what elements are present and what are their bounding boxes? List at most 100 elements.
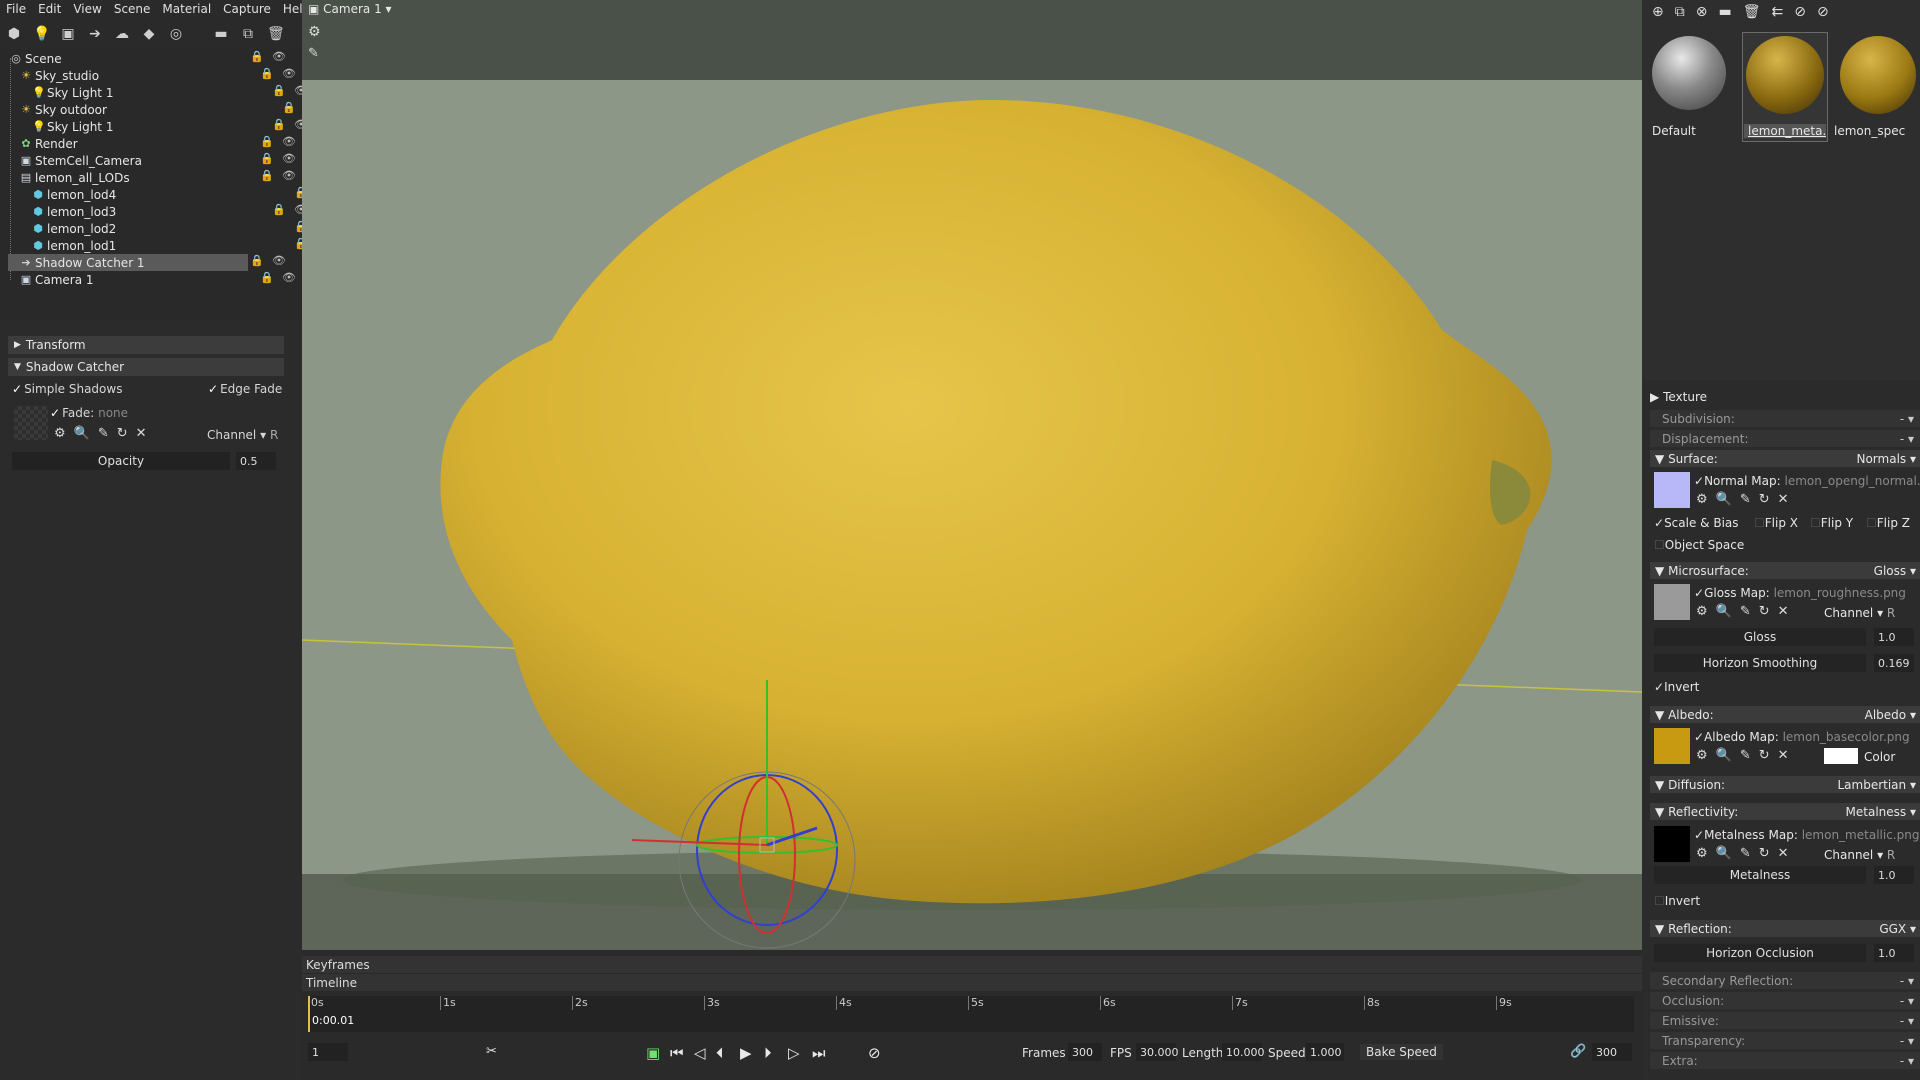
extra-row[interactable]: Extra: - ▾ (1650, 1052, 1920, 1069)
gear-icon[interactable]: ⚙ (54, 426, 66, 441)
flip-z-checkbox[interactable]: ☐Flip Z (1866, 516, 1910, 530)
flip-y-checkbox[interactable]: ☐Flip Y (1810, 516, 1853, 530)
lock-icon[interactable]: 🔒 (260, 271, 274, 284)
gloss-channel-select[interactable]: Channel ▾ R (1824, 606, 1895, 620)
eye-icon[interactable]: 👁 (282, 135, 296, 148)
prev-frame-icon[interactable]: ⏴ (716, 1044, 724, 1062)
gloss-map-swatch[interactable] (1654, 584, 1690, 620)
microsurface-header[interactable]: ▼ Microsurface: Gloss ▾ (1650, 562, 1920, 579)
folder-icon[interactable]: ▬ (1718, 4, 1731, 20)
duplicate-material-icon[interactable]: ⧉ (1675, 4, 1685, 20)
outline-item-sky-studio[interactable]: ☀ Sky_studio 🔒 👁 (20, 67, 310, 84)
loop-icon[interactable]: ▣ (646, 1044, 660, 1062)
refresh-icon[interactable]: ↻ (1759, 492, 1770, 507)
refresh-icon[interactable]: ↻ (1759, 604, 1770, 619)
horizon-occlusion-slider[interactable]: Horizon Occlusion (1654, 944, 1866, 962)
menu-material[interactable]: Material (156, 2, 217, 16)
viewport-settings-icon[interactable]: ⚙ (308, 24, 321, 40)
add-shadow-catcher-icon[interactable]: ➔ (87, 26, 103, 42)
eye-icon[interactable]: 👁 (282, 169, 296, 182)
refresh-icon[interactable]: ↻ (117, 426, 128, 441)
eye-icon[interactable]: 👁 (272, 50, 286, 63)
next-frame-icon[interactable]: ⏵ (764, 1044, 772, 1062)
outline-item-lemon-lod4[interactable]: ⬢lemon_lod4🔒 (32, 186, 322, 203)
menu-scene[interactable]: Scene (108, 2, 157, 16)
secondary-reflection-row[interactable]: Secondary Reflection: - ▾ (1650, 972, 1920, 989)
normal-map-swatch[interactable] (1654, 472, 1690, 508)
import-icon[interactable]: ⇇ (1771, 4, 1783, 20)
gloss-invert-checkbox[interactable]: ✓Invert (1654, 680, 1699, 694)
outline-item-sky-outdoor[interactable]: ☀ Sky outdoor 🔒 (20, 101, 310, 118)
outline-item-shadow-catcher[interactable]: ➔ Shadow Catcher 1 (8, 254, 248, 271)
close-icon[interactable]: ✕ (1778, 748, 1789, 763)
lock-icon[interactable]: 🔒 (250, 50, 264, 63)
unused-material-icon[interactable]: ⊗ (1696, 4, 1708, 20)
channel-select[interactable]: Channel ▾ R (207, 428, 278, 442)
outline-item-render[interactable]: ✿ Render 🔒 👁 (20, 135, 310, 152)
metalness-map-checkbox[interactable]: ✓Metalness Map: lemon_metallic.png (1694, 828, 1919, 842)
close-icon[interactable]: ✕ (136, 426, 147, 441)
subdivision-row[interactable]: Subdivision: - ▾ (1650, 410, 1920, 427)
search-icon[interactable]: 🔍 (1716, 604, 1732, 619)
flip-x-checkbox[interactable]: ☐Flip X (1754, 516, 1798, 530)
delete-icon[interactable]: 🗑 (267, 26, 285, 42)
horizon-occlusion-value[interactable]: 1.0 (1874, 944, 1914, 962)
normal-map-checkbox[interactable]: ✓Normal Map: lemon_opengl_normal.png (1694, 474, 1920, 488)
next-key-icon[interactable]: ▷ (788, 1044, 800, 1062)
scale-bias-checkbox[interactable]: ✓Scale & Bias (1654, 516, 1739, 530)
close-icon[interactable]: ✕ (1778, 604, 1789, 619)
duplicate-icon[interactable]: ⧉ (240, 26, 256, 42)
eye-icon[interactable]: 👁 (282, 271, 296, 284)
metalness-map-swatch[interactable] (1654, 826, 1690, 862)
add-camera-icon[interactable]: ▣ (60, 26, 76, 42)
metalness-channel-select[interactable]: Channel ▾ R (1824, 848, 1895, 862)
add-fog-icon[interactable]: ☁ (114, 26, 130, 42)
scissors-icon[interactable]: ✂ (486, 1044, 497, 1059)
displacement-row[interactable]: Displacement: - ▾ (1650, 430, 1920, 447)
search-icon[interactable]: 🔍 (1716, 748, 1732, 763)
transform-section-header[interactable]: ▶ Transform (8, 336, 284, 354)
outline-item-scene[interactable]: ◎ Scene 🔒 👁 (10, 50, 300, 67)
opacity-slider[interactable]: Opacity (12, 452, 230, 470)
frames-input[interactable]: 300 (1068, 1043, 1102, 1061)
shadow-catcher-section-header[interactable]: ▼ Shadow Catcher (8, 358, 284, 376)
folder-icon[interactable]: ▬ (213, 26, 229, 42)
outline-item-lemon-lod3[interactable]: ⬢lemon_lod3🔒👁 (32, 203, 322, 220)
refresh-icon[interactable]: ↻ (1759, 846, 1770, 861)
outline-item-camera-1[interactable]: ▣ Camera 1 🔒 👁 (20, 271, 310, 288)
lock-icon[interactable]: 🔒 (260, 67, 274, 80)
material-thumb-default[interactable] (1652, 36, 1726, 110)
picker-icon[interactable]: ⊘ (1794, 4, 1806, 20)
add-audio-icon[interactable]: ◆ (141, 26, 157, 42)
albedo-map-checkbox[interactable]: ✓Albedo Map: lemon_basecolor.png (1694, 730, 1910, 744)
surface-header[interactable]: ▼ Surface: Normals ▾ (1650, 450, 1920, 467)
simple-shadows-checkbox[interactable]: ✓ Simple Shadows (12, 382, 122, 396)
timeline-ruler[interactable]: 0s 1s 2s 3s 4s 5s 6s 7s 8s 9s 0:00.01 (308, 996, 1634, 1032)
lock-icon[interactable]: 🔒 (272, 84, 286, 97)
gear-icon[interactable]: ⚙ (1696, 748, 1708, 763)
metalness-slider[interactable]: Metalness (1654, 866, 1866, 884)
search-icon[interactable]: 🔍 (1716, 492, 1732, 507)
pencil-icon[interactable]: ✎ (98, 426, 109, 441)
emissive-row[interactable]: Emissive: - ▾ (1650, 1012, 1920, 1029)
outline-item-lemon-lod1[interactable]: ⬢lemon_lod1🔒 (32, 237, 322, 254)
speed-dial-icon[interactable]: ⊘ (868, 1044, 881, 1062)
camera-selector[interactable]: ▣ Camera 1 ▾ (308, 2, 392, 16)
outline-item-sky-light[interactable]: 💡Sky Light 1🔒👁 (32, 84, 322, 101)
last-frame-icon[interactable]: ⏭ (812, 1044, 826, 1062)
gear-icon[interactable]: ⚙ (1696, 846, 1708, 861)
brush-icon[interactable]: ✎ (308, 46, 319, 61)
lock-icon[interactable]: 🔒 (260, 169, 274, 182)
gloss-value[interactable]: 1.0 (1874, 628, 1914, 646)
first-frame-icon[interactable]: ⏮ (670, 1044, 684, 1062)
diffusion-header[interactable]: ▼ Diffusion: Lambertian ▾ (1650, 776, 1920, 793)
menu-view[interactable]: View (67, 2, 107, 16)
metalness-invert-checkbox[interactable]: ☐Invert (1654, 894, 1700, 908)
edge-fade-checkbox[interactable]: ✓ Edge Fade (208, 382, 282, 396)
refresh-icon[interactable]: ↻ (1759, 748, 1770, 763)
pencil-icon[interactable]: ✎ (1740, 748, 1751, 763)
horizon-smoothing-value[interactable]: 0.169 (1874, 654, 1914, 672)
object-space-checkbox[interactable]: ☐Object Space (1654, 538, 1744, 552)
lock-icon[interactable]: 🔒 (272, 118, 286, 131)
lock-icon[interactable]: 🔒 (260, 152, 274, 165)
